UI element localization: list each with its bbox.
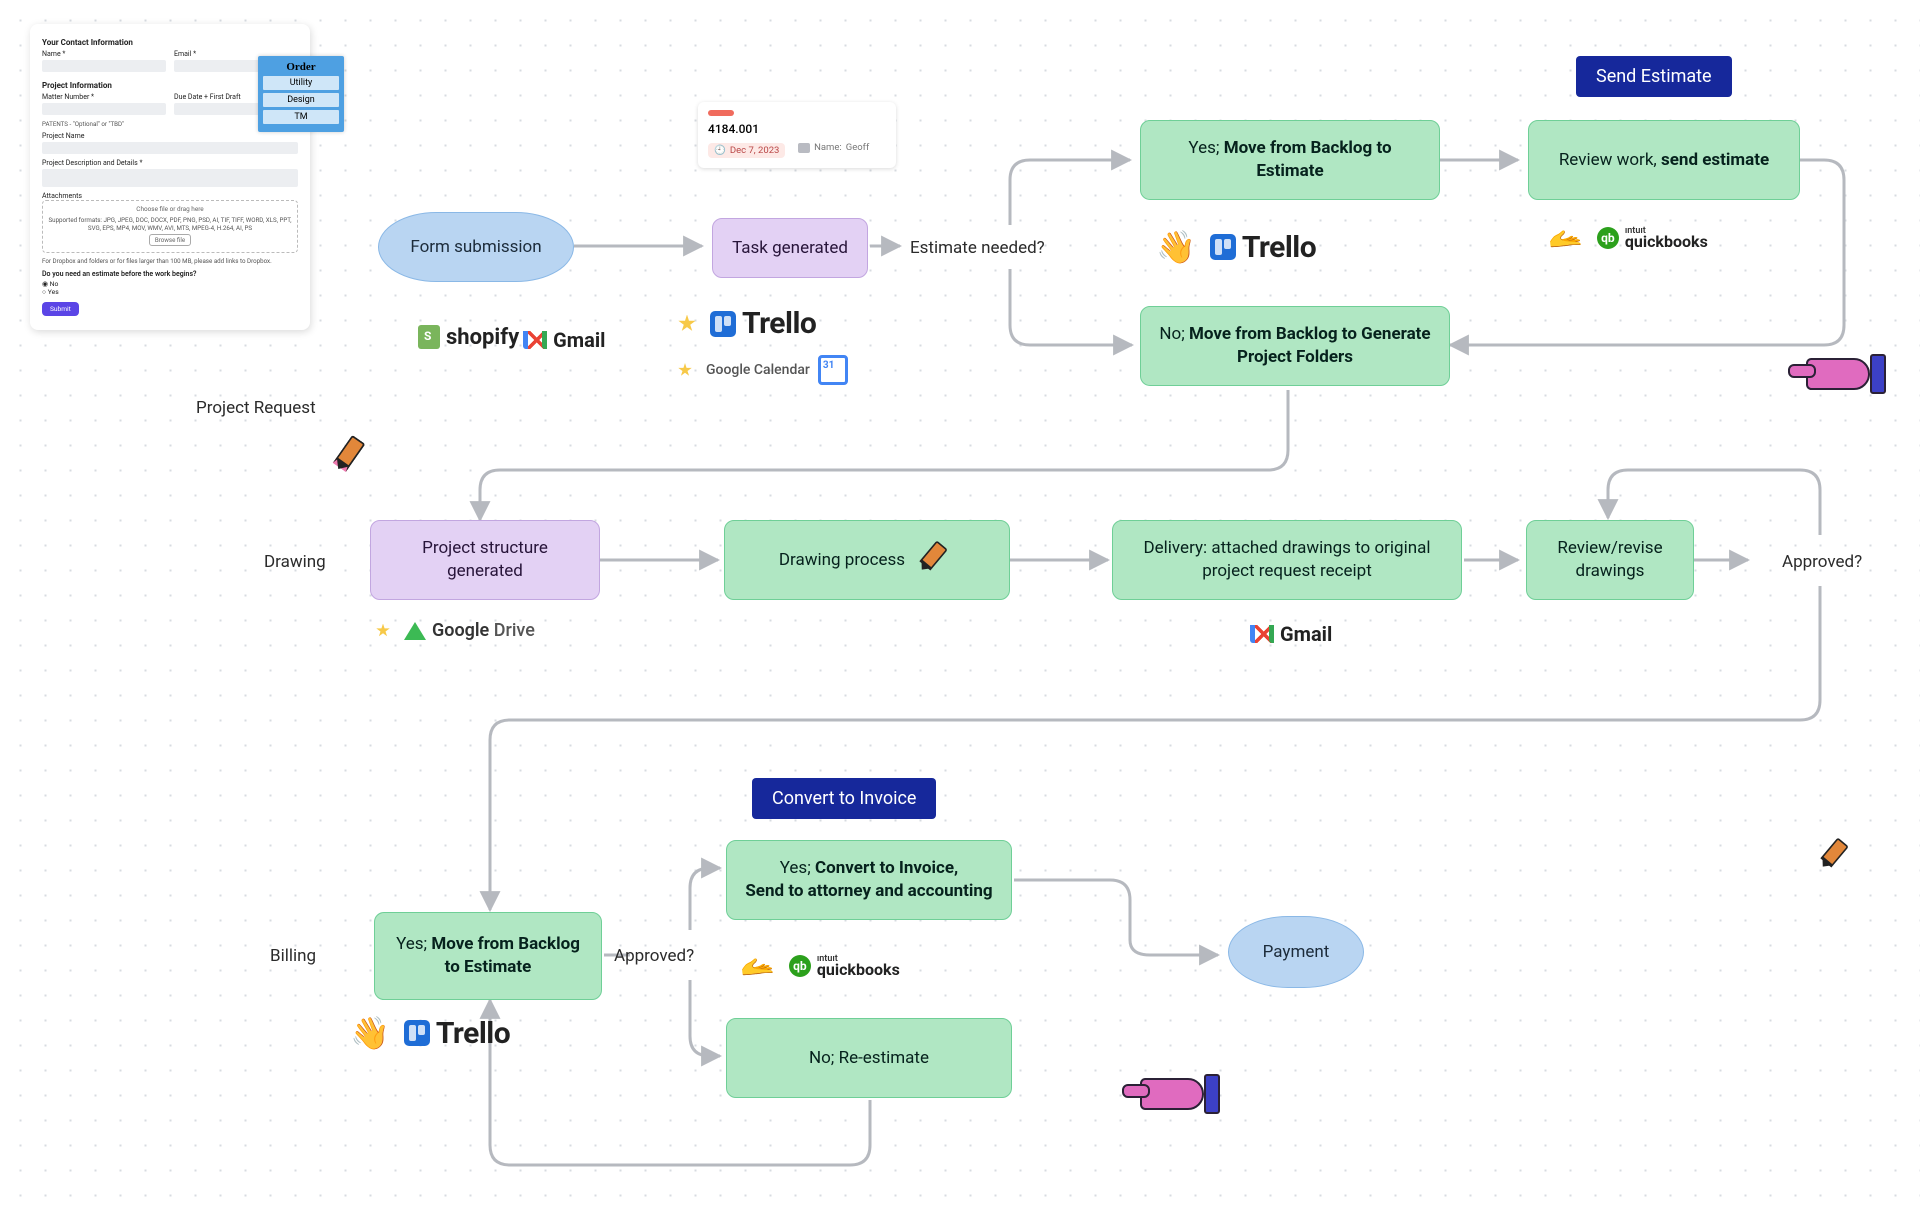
quickbooks-logo: qb ıntuıtquickbooks — [1597, 227, 1708, 249]
gmail-logo: Gmail — [523, 328, 605, 352]
form-submit-button: Submit — [42, 302, 79, 316]
sparkle-icon — [678, 363, 692, 377]
brand-backlog-estimate: 👋 Trello — [1156, 228, 1316, 266]
coin-hand-icon: 🫴 — [1548, 222, 1583, 255]
google-drive-logo: Google Drive — [404, 620, 535, 641]
brand-stack-form: shopify Gmail — [418, 314, 605, 353]
task-card: 4184.001 🕘Dec 7, 2023 Name: Geoff — [698, 102, 896, 168]
node-payment: Payment — [1228, 916, 1364, 988]
pencil-icon — [910, 536, 957, 583]
node-review-send-estimate: Review work, send estimate — [1528, 120, 1800, 200]
brand-stack-task: Trello Google Calendar — [678, 306, 848, 385]
node-delivery: Delivery: attached drawings to original … — [1112, 520, 1462, 600]
sparkle-icon — [678, 315, 696, 333]
pencil-icon — [325, 431, 378, 484]
node-yes-backlog-estimate: Yes; Move from Backlog to Estimate — [1140, 120, 1440, 200]
trello-logo: Trello — [710, 306, 816, 341]
google-calendar-logo: Google Calendar — [706, 355, 848, 385]
node-billing-move: Yes; Move from Backlog to Estimate — [374, 912, 602, 1000]
node-form-submission: Form submission — [378, 212, 574, 282]
brand-gdrive: Google Drive — [376, 620, 535, 641]
node-task-generated: Task generated — [712, 218, 868, 278]
trello-logo: Trello — [1210, 230, 1316, 265]
brand-billing-trello: 👋 Trello — [350, 1014, 510, 1052]
wave-hand-icon: 👋 — [1156, 228, 1196, 266]
row-label-billing: Billing — [270, 946, 316, 966]
brand-quickbooks-row3: 🫴 qb ıntuıtquickbooks — [740, 950, 900, 983]
clock-icon: 🕘 — [714, 145, 726, 156]
node-no-reestimate: No; Re-estimate — [726, 1018, 1012, 1098]
chat-icon — [798, 143, 810, 153]
node-no-backlog-folders: No; Move from Backlog to Generate Projec… — [1140, 306, 1450, 386]
pointing-hand-icon — [1140, 1066, 1218, 1114]
gmail-logo-delivery: Gmail — [1250, 622, 1332, 646]
coin-hand-icon: 🫴 — [740, 950, 775, 983]
pointing-hand-icon — [1806, 346, 1884, 394]
sparkle-icon — [376, 624, 390, 638]
wave-hand-icon: 👋 — [350, 1014, 390, 1052]
node-drawing-process: Drawing process — [724, 520, 1010, 600]
send-estimate-button[interactable]: Send Estimate — [1576, 56, 1732, 97]
brand-quickbooks-row1: 🫴 qb ıntuıtquickbooks — [1548, 222, 1708, 255]
decision-estimate-needed: Estimate needed? — [910, 238, 1045, 258]
row-label-project-request: Project Request — [196, 398, 316, 418]
decision-approved-drawing: Approved? — [1782, 552, 1862, 572]
decision-approved-billing: Approved? — [614, 946, 694, 966]
node-project-structure: Project structure generated — [370, 520, 600, 600]
quickbooks-logo: qb ıntuıtquickbooks — [789, 955, 900, 977]
node-review-revise: Review/revise drawings — [1526, 520, 1694, 600]
trello-logo: Trello — [404, 1016, 510, 1051]
pencil-icon — [1811, 834, 1858, 881]
order-panel: Order Utility Design TM — [258, 56, 344, 132]
row-label-drawing: Drawing — [264, 552, 326, 572]
shopify-logo: shopify — [418, 325, 519, 350]
convert-to-invoice-button[interactable]: Convert to Invoice — [752, 778, 936, 819]
node-convert-invoice: Yes; Convert to Invoice, Send to attorne… — [726, 840, 1012, 920]
